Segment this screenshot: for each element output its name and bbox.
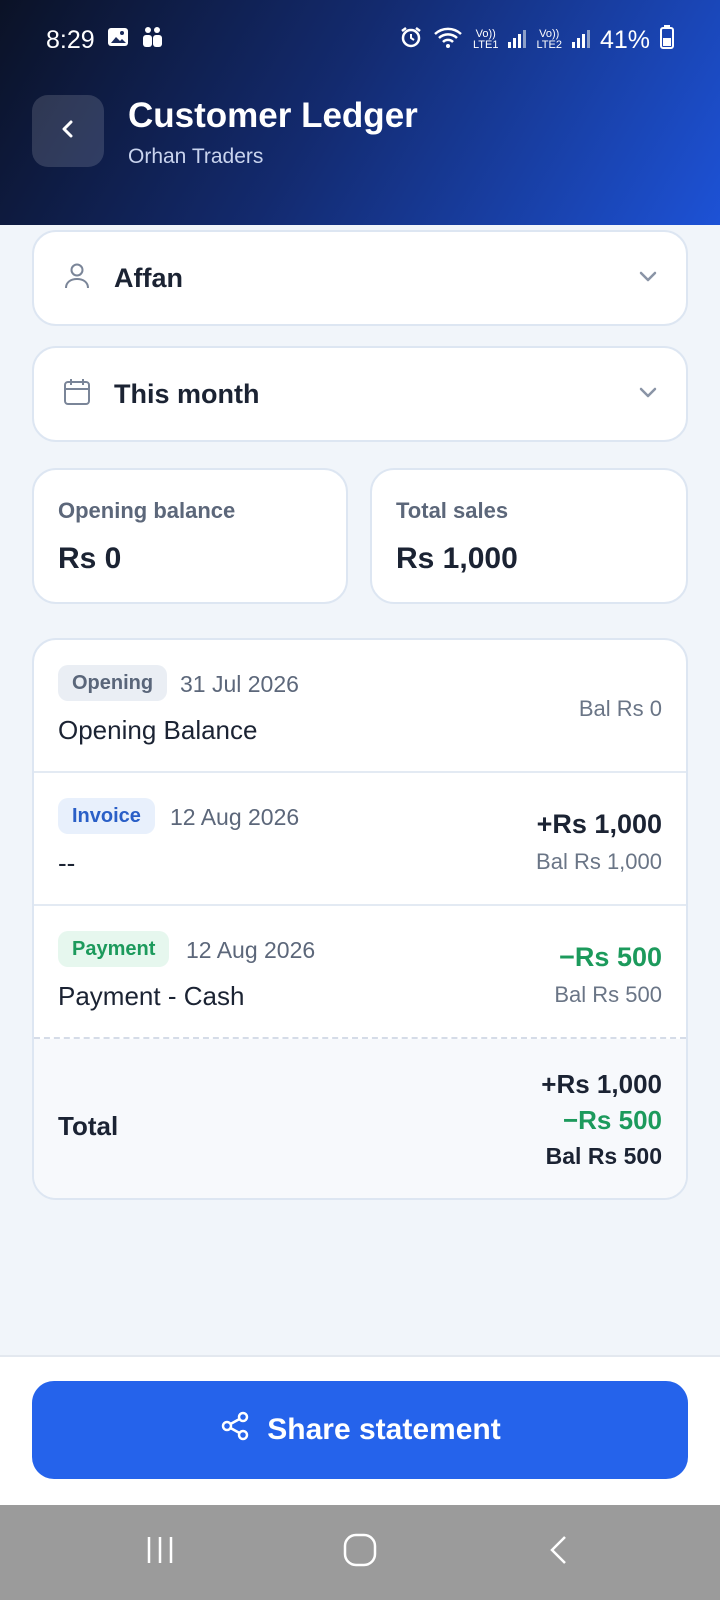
battery-percent: 41% — [599, 25, 650, 54]
chevron-left-icon — [56, 117, 80, 146]
opening-balance-card: Opening balance Rs 0 — [32, 468, 348, 604]
total-label: Total — [58, 1111, 119, 1141]
status-time: 8:29 — [46, 25, 95, 54]
entry-description: Opening Balance — [58, 715, 258, 745]
share-statement-button[interactable]: Share statement — [32, 1381, 688, 1479]
chevron-down-icon — [636, 380, 660, 409]
entry-description: Payment - Cash — [58, 981, 245, 1011]
system-back-button[interactable] — [543, 1533, 577, 1572]
entry-amount: −Rs 500 — [559, 942, 662, 972]
opening-balance-value: Rs 0 — [58, 542, 122, 575]
total-debit: +Rs 1,000 — [541, 1069, 662, 1099]
bottom-action-bar: Share statement — [0, 1355, 720, 1505]
opening-balance-label: Opening balance — [58, 498, 236, 523]
type-badge: Opening — [58, 665, 168, 701]
signal-icon — [508, 26, 527, 55]
entry-amount: +Rs 1,000 — [536, 809, 662, 839]
customer-name: Affan — [114, 262, 183, 293]
ledger-total: Total +Rs 1,000 −Rs 500 Bal Rs 500 — [34, 1039, 686, 1198]
entry-date: 12 Aug 2026 — [170, 804, 300, 830]
type-badge: Invoice — [58, 798, 155, 834]
back-button[interactable] — [32, 95, 104, 167]
page-title: Customer Ledger — [128, 96, 418, 135]
lte1-indicator: Vo)) LTE1 — [472, 28, 499, 51]
total-sales-value: Rs 1,000 — [396, 542, 518, 575]
entry-balance: Bal Rs 1,000 — [536, 849, 662, 874]
entry-balance: Bal Rs 500 — [554, 982, 662, 1007]
total-balance: Bal Rs 500 — [545, 1143, 662, 1169]
teams-icon — [141, 25, 165, 56]
lte2-indicator: Vo)) LTE2 — [536, 28, 562, 51]
alarm-icon — [399, 25, 423, 56]
gallery-icon — [107, 26, 129, 55]
ledger-row-payment[interactable]: Payment 12 Aug 2026 Payment - Cash −Rs 5… — [34, 906, 686, 1039]
entry-date: 12 Aug 2026 — [186, 937, 316, 963]
ledger-row-opening[interactable]: Opening 31 Jul 2026 Opening Balance Bal … — [34, 640, 686, 773]
entry-balance: Bal Rs 0 — [578, 696, 662, 721]
recent-apps-button[interactable] — [143, 1533, 177, 1572]
calendar-icon — [62, 377, 92, 412]
period-label: This month — [114, 378, 260, 409]
share-icon — [219, 1410, 251, 1450]
total-sales-label: Total sales — [396, 498, 509, 523]
battery-icon — [660, 24, 674, 56]
system-nav-bar — [0, 1505, 720, 1600]
total-sales-card: Total sales Rs 1,000 — [370, 468, 688, 604]
chevron-down-icon — [636, 264, 660, 293]
home-button[interactable] — [342, 1532, 378, 1573]
ledger-row-invoice[interactable]: Invoice 12 Aug 2026 -- +Rs 1,000 Bal Rs … — [34, 773, 686, 906]
ledger-list: Opening 31 Jul 2026 Opening Balance Bal … — [32, 638, 688, 1200]
status-bar: 8:29 Vo)) LTE1 Vo)) LTE2 41% — [0, 0, 720, 80]
type-badge: Payment — [58, 931, 170, 967]
period-select[interactable]: This month — [32, 346, 688, 442]
share-statement-label: Share statement — [267, 1413, 501, 1446]
wifi-icon — [433, 25, 463, 56]
business-name: Orhan Traders — [128, 145, 264, 168]
signal-icon — [571, 26, 590, 55]
entry-description: -- — [58, 848, 76, 878]
total-credit: −Rs 500 — [562, 1105, 662, 1135]
customer-select[interactable]: Affan — [32, 230, 688, 326]
entry-date: 31 Jul 2026 — [180, 671, 299, 697]
app-header: 8:29 Vo)) LTE1 Vo)) LTE2 41% Customer Le… — [0, 0, 720, 225]
user-icon — [62, 261, 92, 296]
